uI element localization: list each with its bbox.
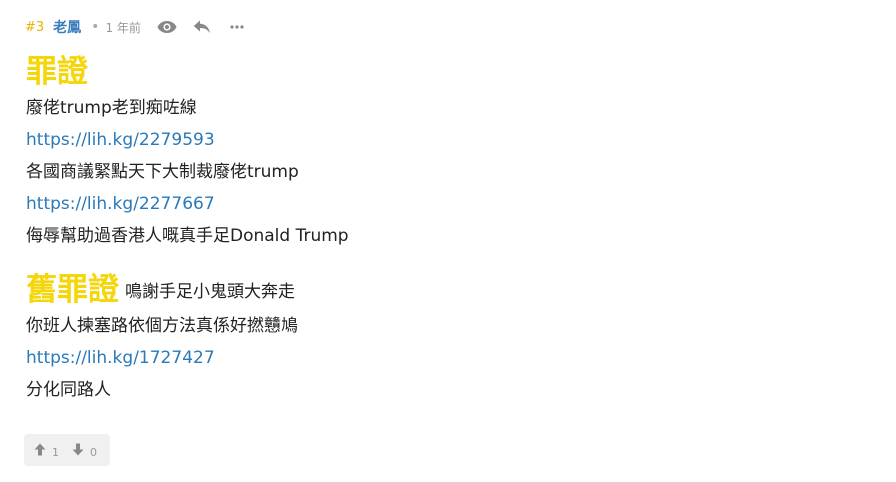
post-content: 罪證 廢佬trump老到痴咗線 https://lih.kg/2279593 各… (26, 52, 866, 406)
old-evidence-line: 舊罪證 鳴謝手足小鬼頭大奔走 (26, 268, 866, 310)
reply-icon[interactable] (192, 17, 212, 37)
arrow-down-icon (72, 441, 84, 460)
text-line: 侮辱幫助過香港人嘅真手足Donald Trump (26, 226, 349, 246)
vote-bar: 1 0 (24, 434, 110, 466)
heading-old-evidence: 舊罪證 (26, 272, 119, 308)
text-line: 廢佬trump老到痴咗線 (26, 98, 197, 118)
username-link[interactable]: 老鳳 (53, 17, 81, 37)
downvote-button[interactable]: 0 (72, 441, 97, 460)
post: #3 老鳳 • 1 年前 罪證 廢佬trump老到痴咗線 https://lih… (0, 0, 896, 482)
text-line: 你班人揀塞路依個方法真係好撚戇鳩 (26, 316, 298, 336)
credit-text: 鳴謝手足小鬼頭大奔走 (125, 282, 295, 302)
text-line: 分化同路人 (26, 380, 111, 400)
post-meta: #3 老鳳 • 1 年前 (25, 14, 262, 40)
text-line: 各國商議緊點天下大制裁廢佬trump (26, 162, 299, 182)
post-time: 1 年前 (105, 20, 141, 35)
heading-evidence: 罪證 (26, 54, 88, 90)
upvote-button[interactable]: 1 (34, 441, 59, 460)
floor-number: #3 (25, 19, 45, 35)
upvote-count: 1 (52, 445, 59, 459)
post-link[interactable]: https://lih.kg/2277667 (26, 194, 215, 214)
meta-separator: • (91, 19, 100, 35)
post-link[interactable]: https://lih.kg/2279593 (26, 130, 215, 150)
downvote-count: 0 (90, 445, 97, 459)
arrow-up-icon (34, 441, 46, 460)
post-link[interactable]: https://lih.kg/1727427 (26, 348, 215, 368)
eye-icon[interactable] (157, 17, 177, 37)
more-icon[interactable] (227, 17, 247, 37)
